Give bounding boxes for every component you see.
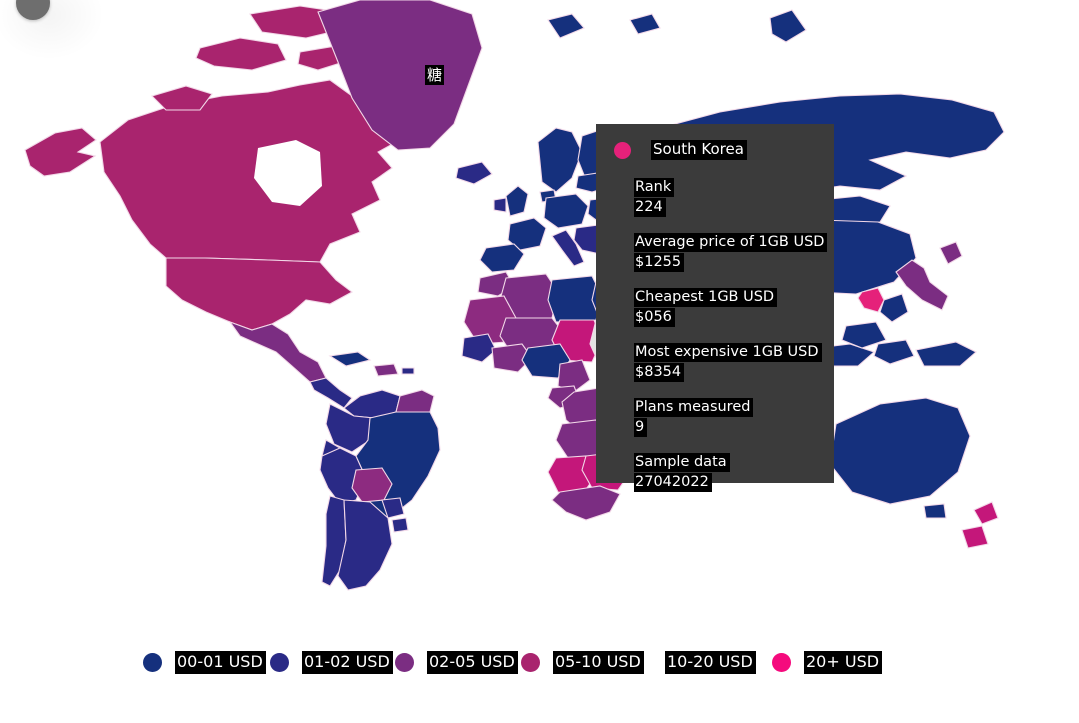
map-visualization-stage: 糖 South Korea Rank 224 Average price of … <box>0 0 1079 723</box>
legend-item-2[interactable]: 02-05 USD <box>395 645 518 679</box>
legend-dot-2 <box>395 652 414 672</box>
tooltip-country-name: South Korea <box>651 140 747 160</box>
legend-label-1: 01-02 USD <box>302 650 393 674</box>
legend-item-5[interactable]: 20+ USD <box>772 645 883 679</box>
country-germany-poland[interactable] <box>543 193 589 229</box>
tooltip-color-dot <box>614 141 631 159</box>
country-puerto-rico[interactable] <box>401 367 415 375</box>
legend-label-5: 20+ USD <box>804 650 883 674</box>
legend-item-4[interactable]: 10-20 USD <box>646 645 756 679</box>
country-tasmania[interactable] <box>923 503 947 519</box>
map-legend: USD ) 00-01 USD 01-02 USD 02-05 USD 05-1… <box>0 645 1079 685</box>
tooltip-label-average-price: Average price of 1GB USD <box>634 233 828 252</box>
tooltip-row-average-price: Average price of 1GB USD $1255 <box>596 233 834 272</box>
tooltip-row-most-expensive: Most expensive 1GB USD $8354 <box>596 343 834 382</box>
tooltip-label-plans-measured: Plans measured <box>634 398 754 417</box>
tooltip-row-plans-measured: Plans measured 9 <box>596 398 834 437</box>
legend-dot-5 <box>772 652 791 672</box>
country-uruguay[interactable] <box>391 517 409 533</box>
tooltip-value-plans-measured: 9 <box>634 418 648 437</box>
tooltip-value-most-expensive: $8354 <box>634 363 685 382</box>
legend-item-3[interactable]: 05-10 USD <box>521 645 644 679</box>
tooltip-label-rank: Rank <box>634 178 675 197</box>
map-overlay-label: 糖 <box>425 65 445 85</box>
tooltip-label-most-expensive: Most expensive 1GB USD <box>634 343 822 362</box>
legend-dot-3 <box>521 652 540 672</box>
tooltip-value-average-price: $1255 <box>634 253 685 272</box>
tooltip-label-sample-data: Sample data <box>634 453 730 472</box>
legend-item-1[interactable]: 01-02 USD <box>270 645 393 679</box>
tooltip-row-sample-data: Sample data 27042022 <box>596 453 834 492</box>
legend-dot-1 <box>270 652 289 672</box>
legend-label-4: 10-20 USD <box>665 650 756 674</box>
tooltip-row-cheapest: Cheapest 1GB USD $056 <box>596 288 834 327</box>
legend-label-3: 05-10 USD <box>553 650 644 674</box>
legend-label-2: 02-05 USD <box>427 650 518 674</box>
tooltip-value-rank: 224 <box>634 198 666 217</box>
world-map[interactable]: 糖 <box>0 0 1079 630</box>
country-hispaniola[interactable] <box>373 363 399 377</box>
tooltip-value-sample-data: 27042022 <box>634 473 712 492</box>
country-tooltip: South Korea Rank 224 Average price of 1G… <box>596 124 834 492</box>
legend-label-0: 00-01 USD <box>175 650 266 674</box>
country-ireland[interactable] <box>493 197 507 213</box>
legend-dot-0 <box>143 652 162 672</box>
tooltip-row-rank: Rank 224 <box>596 178 834 217</box>
tooltip-value-cheapest: $056 <box>634 308 675 327</box>
world-map-svg[interactable] <box>0 0 1079 630</box>
tooltip-header: South Korea <box>596 138 834 162</box>
tooltip-label-cheapest: Cheapest 1GB USD <box>634 288 778 307</box>
legend-item-0[interactable]: 00-01 USD <box>143 645 266 679</box>
